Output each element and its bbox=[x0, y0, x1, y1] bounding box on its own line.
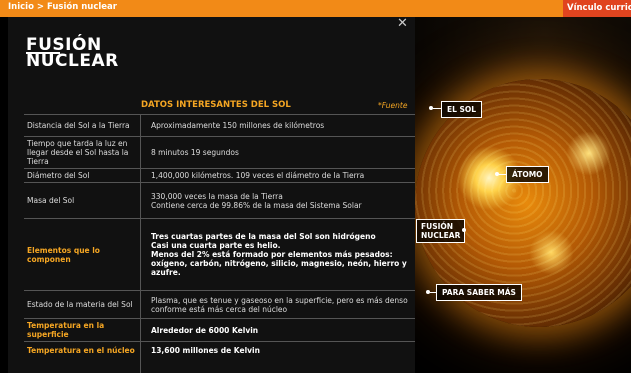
fact-row: Masa del Sol 330,000 veces la masa de la … bbox=[24, 182, 415, 219]
fact-value: 330,000 veces la masa de la Tierra Conti… bbox=[147, 182, 415, 219]
info-panel: FUSIÓN NUCLEAR DATOS INTERESANTES DEL SO… bbox=[8, 17, 415, 373]
fusion-dot bbox=[462, 228, 466, 232]
fact-key: Temperatura en el núcleo bbox=[24, 341, 147, 360]
el-sol-line bbox=[433, 108, 441, 109]
sun-image-area bbox=[415, 17, 631, 373]
fact-key: Masa del Sol bbox=[24, 182, 147, 219]
fact-key: Tiempo que tarda la luz en llegar desde … bbox=[24, 136, 147, 169]
breadcrumb[interactable]: Inicio > Fusión nuclear bbox=[8, 2, 117, 12]
fact-value: 13,600 millones de Kelvin bbox=[147, 341, 415, 360]
atomo-button[interactable]: ÁTOMO bbox=[506, 166, 549, 183]
fact-row: Temperatura en la superficie Alrededor de… bbox=[24, 318, 415, 342]
fact-value: Alrededor de 6000 Kelvin bbox=[147, 318, 415, 342]
para-saber-mas-button[interactable]: PARA SABER MÁS bbox=[436, 284, 522, 301]
fusion-nuclear-button[interactable]: FUSIÓN NUCLEAR bbox=[416, 219, 466, 243]
fact-row: Diámetro del Sol 1,400,000 kilómetros. 10… bbox=[24, 168, 415, 183]
curricular-link[interactable]: Vínculo curricular bbox=[563, 0, 631, 17]
fact-key: Estado de la materia del Sol bbox=[24, 290, 147, 319]
fact-key: Temperatura en la superficie bbox=[24, 318, 147, 342]
fusion-label-line1: FUSIÓN bbox=[421, 222, 454, 231]
fact-value: Plasma, que es tenue y gaseoso en la sup… bbox=[147, 290, 415, 319]
fact-row: Temperatura en el núcleo 13,600 millones … bbox=[24, 341, 415, 360]
fact-key: Distancia del Sol a la Tierra bbox=[24, 114, 147, 137]
fact-value: Aproximadamente 150 millones de kilómetr… bbox=[147, 114, 415, 137]
section-title: DATOS INTERESANTES DEL SOL bbox=[141, 100, 291, 110]
el-sol-button[interactable]: EL SOL bbox=[441, 101, 483, 118]
fact-row: Estado de la materia del Sol Plasma, que … bbox=[24, 290, 415, 319]
fact-value: 8 minutos 19 segundos bbox=[147, 136, 415, 169]
logo-bar bbox=[26, 52, 60, 54]
source-link[interactable]: *Fuente bbox=[378, 101, 407, 110]
fusion-label-line2: NUCLEAR bbox=[421, 231, 461, 240]
fact-row: Distancia del Sol a la Tierra Aproximadam… bbox=[24, 114, 415, 137]
logo-line2: NUCLEAR bbox=[26, 51, 119, 71]
fact-key: Diámetro del Sol bbox=[24, 168, 147, 183]
fact-value: 1,400,000 kilómetros. 109 veces el diáme… bbox=[147, 168, 415, 183]
fact-row: Tiempo que tarda la luz en llegar desde … bbox=[24, 136, 415, 169]
top-bar: Inicio > Fusión nuclear bbox=[0, 0, 631, 17]
fact-value: Tres cuartas partes de la masa del Sol s… bbox=[147, 218, 415, 291]
close-icon[interactable]: ✕ bbox=[397, 17, 409, 30]
fact-row: Elementos que lo componen Tres cuartas pa… bbox=[24, 218, 415, 291]
atomo-line bbox=[499, 174, 506, 175]
facts-table: Distancia del Sol a la Tierra Aproximadam… bbox=[24, 114, 415, 360]
fact-key: Elementos que lo componen bbox=[24, 218, 147, 291]
